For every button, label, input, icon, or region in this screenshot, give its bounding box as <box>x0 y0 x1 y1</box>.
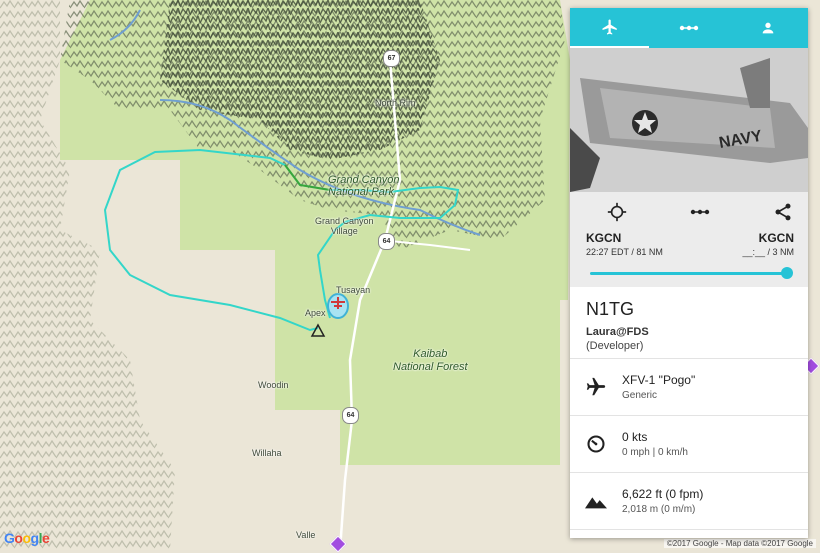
route-icon <box>679 25 699 31</box>
altitude-value: 6,622 ft (0 fpm) <box>622 487 704 501</box>
origin-code[interactable]: KGCN <box>586 231 621 245</box>
flight-info-panel: NAVY KGCN KGCN 22:27 EDT / 81 NM __:__ /… <box>570 8 808 538</box>
label-village: Grand Canyon Village <box>315 216 374 236</box>
label-forest: Kaibab National Forest <box>393 348 468 374</box>
altitude-detail: 2,018 m (0 m/m) <box>622 504 696 515</box>
share-icon[interactable] <box>772 201 794 223</box>
route-details: 22:27 EDT / 81 NM __:__ / 3 NM <box>570 245 808 257</box>
route-64-shield-south: 64 <box>342 407 359 424</box>
label-woodin: Woodin <box>258 380 289 390</box>
route-67-shield: 67 <box>383 50 400 67</box>
route-section: KGCN KGCN 22:27 EDT / 81 NM __:__ / 3 NM <box>570 192 808 287</box>
label-park: Grand Canyon National Park <box>328 174 400 198</box>
pilot-name[interactable]: Laura@FDS <box>586 326 792 338</box>
progress-slider-thumb[interactable] <box>781 267 793 279</box>
aircraft-model: XFV-1 "Pogo" <box>622 373 696 387</box>
flight-identity: N1TG Laura@FDS (Developer) <box>570 287 808 359</box>
person-icon <box>762 22 774 34</box>
label-village-line2: Village <box>330 226 358 236</box>
mountain-icon <box>570 493 622 509</box>
label-willaha: Willaha <box>252 448 282 458</box>
aircraft-photo[interactable]: NAVY <box>570 48 808 192</box>
label-park-line2: National Park <box>328 186 395 198</box>
destination-code[interactable]: KGCN <box>759 231 794 245</box>
locate-icon[interactable] <box>606 201 628 223</box>
tab-aircraft[interactable] <box>570 8 650 48</box>
panel-tabs <box>570 8 808 48</box>
tab-pilot[interactable] <box>729 8 808 48</box>
speed-detail: 0 mph | 0 km/h <box>622 447 688 458</box>
label-forest-line1: Kaibab <box>413 348 448 360</box>
label-apex: Apex <box>305 308 326 318</box>
route-codes: KGCN KGCN <box>570 222 808 245</box>
route-dots-icon[interactable] <box>689 201 711 223</box>
aircraft-type: Generic <box>622 390 658 401</box>
label-valle: Valle <box>296 530 316 540</box>
origin-detail: 22:27 EDT / 81 NM <box>586 247 663 257</box>
tab-route[interactable] <box>649 8 728 48</box>
label-park-line1: Grand Canyon <box>328 174 400 186</box>
google-logo: Google <box>4 530 50 546</box>
label-tusayan: Tusayan <box>336 285 371 295</box>
route-icons <box>570 192 808 222</box>
airplane-icon <box>602 19 617 35</box>
aircraft-row: XFV-1 "Pogo" Generic <box>570 359 808 416</box>
label-forest-line2: National Forest <box>393 361 468 373</box>
progress-slider[interactable] <box>590 267 793 279</box>
route-64-shield: 64 <box>378 233 395 250</box>
map-copyright[interactable]: ©2017 Google - Map data ©2017 Google <box>663 539 816 548</box>
aircraft-photo-image: NAVY <box>570 48 808 192</box>
label-north-rim: North Rim <box>375 98 416 108</box>
speed-row: 0 kts 0 mph | 0 km/h <box>570 416 808 473</box>
aircraft-row-airplane-icon <box>570 376 622 398</box>
label-village-line1: Grand Canyon <box>315 216 374 226</box>
speedometer-icon <box>570 434 622 454</box>
speed-value: 0 kts <box>622 430 648 444</box>
callsign: N1TG <box>586 299 635 319</box>
destination-detail: __:__ / 3 NM <box>742 247 794 257</box>
pilot-role: (Developer) <box>586 340 644 352</box>
altitude-row: 6,622 ft (0 fpm) 2,018 m (0 m/m) <box>570 473 808 530</box>
